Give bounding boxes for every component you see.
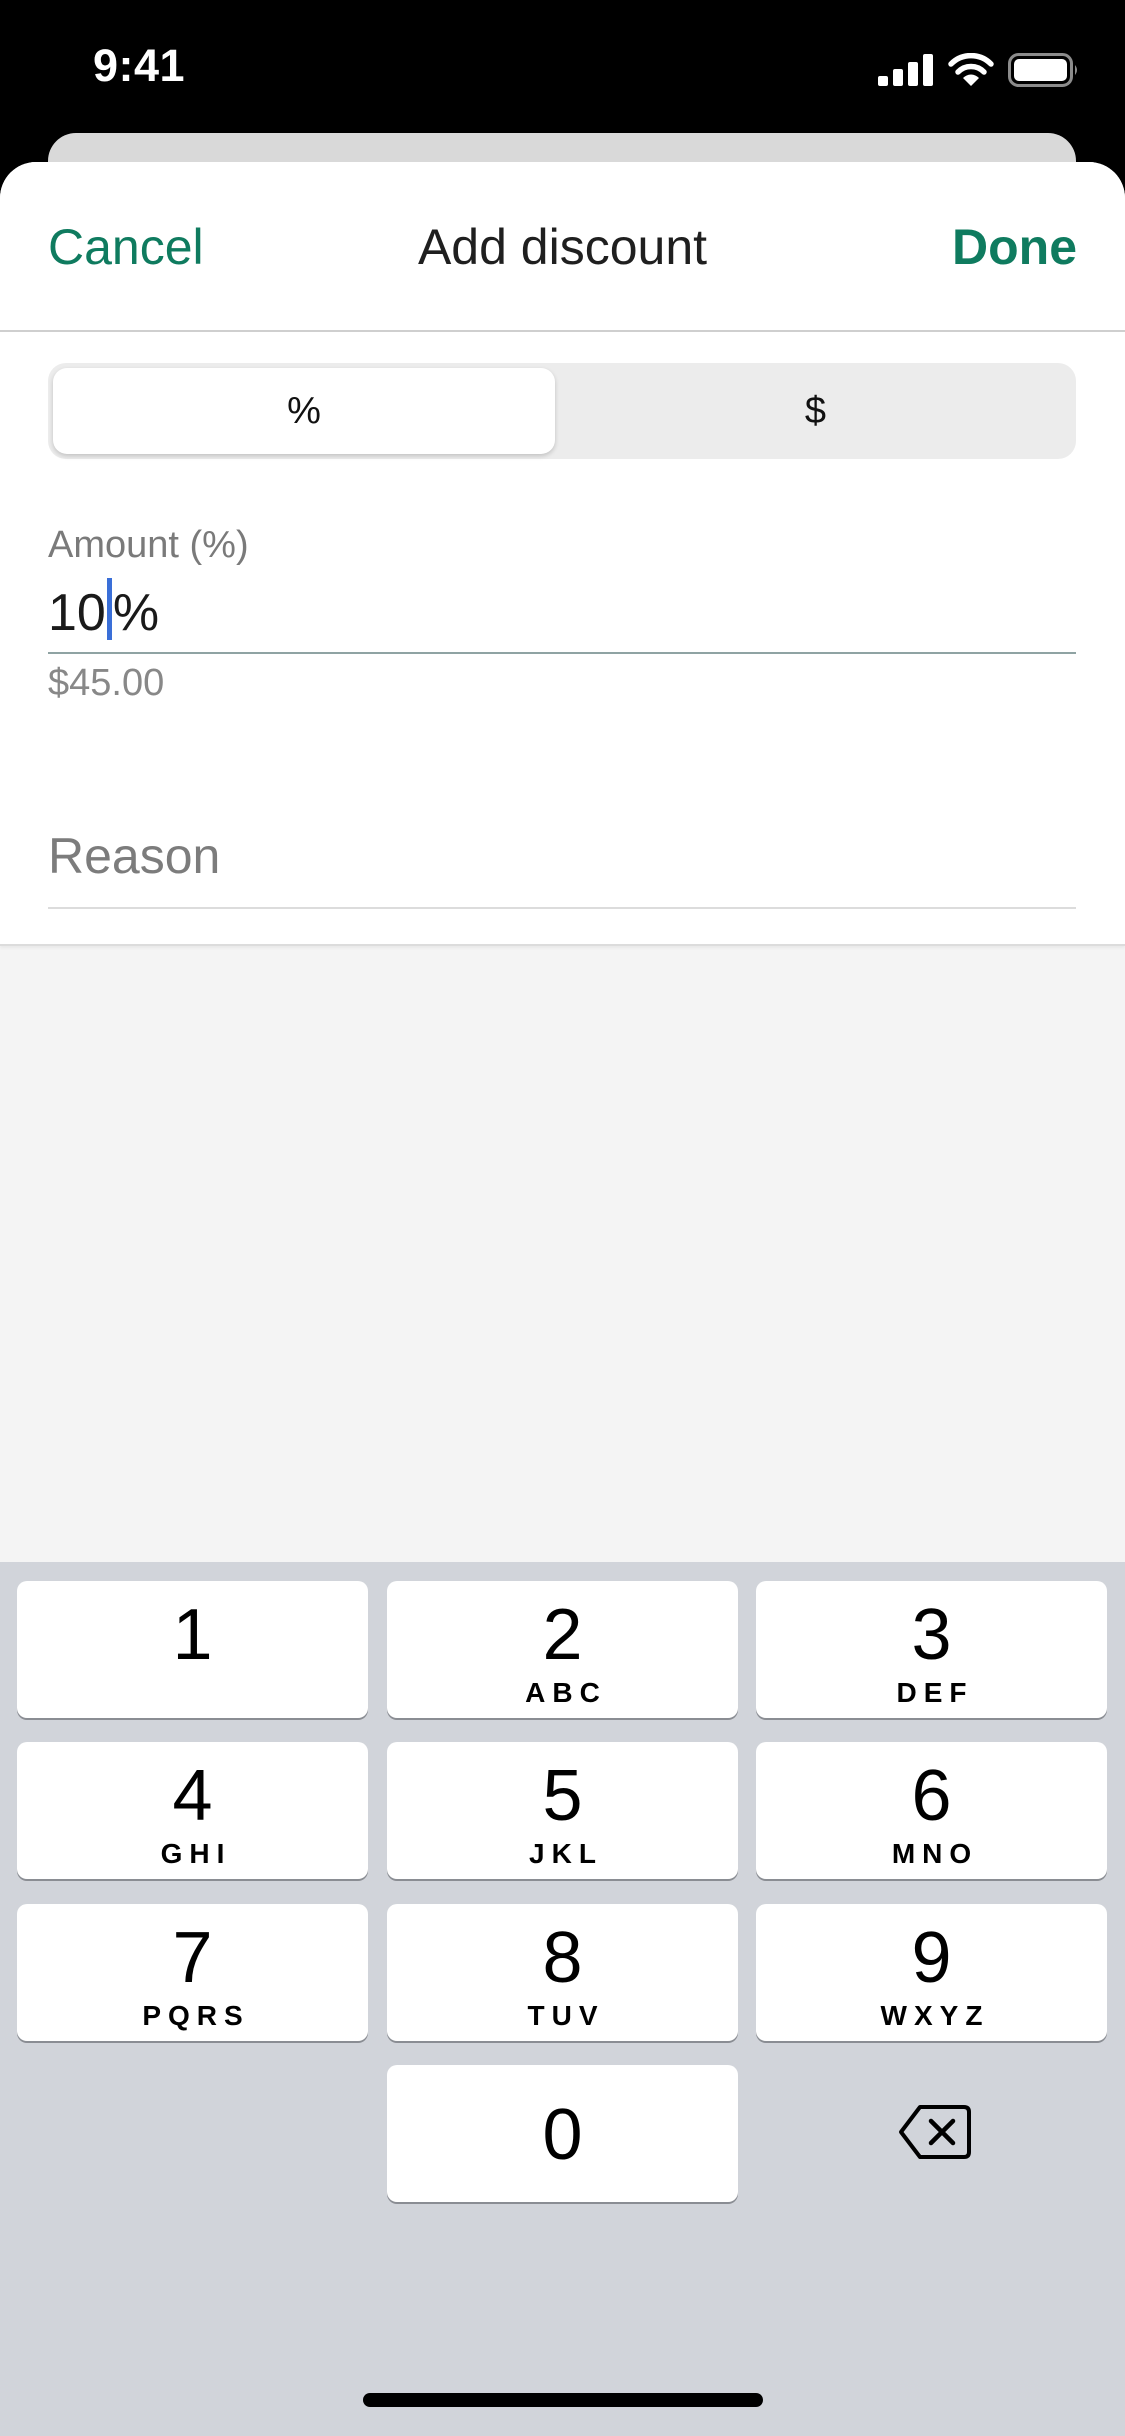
key-4[interactable]: 4 GHI xyxy=(17,1742,368,1879)
key-digit: 2 xyxy=(542,1595,583,1675)
reason-input[interactable]: Reason xyxy=(48,827,1076,909)
key-letters: PQRS xyxy=(142,2000,250,2031)
battery-icon xyxy=(1008,53,1077,87)
key-letters: WXYZ xyxy=(880,2000,990,2031)
key-letters: TUV xyxy=(527,2000,605,2031)
amount-value-digits: 10 xyxy=(48,584,106,642)
key-6[interactable]: 6 MNO xyxy=(756,1742,1107,1879)
status-bar: 9:41 xyxy=(0,0,1125,140)
status-icons xyxy=(878,50,1080,90)
key-digit: 7 xyxy=(172,1918,213,1998)
status-time: 9:41 xyxy=(93,40,186,91)
nav-bar: Cancel Add discount Done xyxy=(0,162,1125,332)
segment-dollar[interactable]: $ xyxy=(560,368,1071,454)
delete-backspace-icon xyxy=(899,2105,971,2159)
amount-value-suffix: % xyxy=(112,584,160,642)
key-digit: 5 xyxy=(542,1756,583,1836)
key-1[interactable]: 1 xyxy=(17,1581,368,1718)
key-letters: DEF xyxy=(896,1677,974,1708)
cancel-button[interactable]: Cancel xyxy=(48,218,204,276)
amount-input[interactable]: 10% xyxy=(48,572,1076,654)
key-5[interactable]: 5 JKL xyxy=(387,1742,738,1879)
wifi-icon xyxy=(948,53,994,86)
amount-label: Amount (%) xyxy=(48,524,249,566)
done-button[interactable]: Done xyxy=(952,218,1077,276)
signal-icon xyxy=(878,54,933,86)
text-cursor xyxy=(106,578,112,640)
key-digit: 8 xyxy=(542,1918,583,1998)
discount-form: Cancel Add discount Done % $ Amount (%) … xyxy=(0,162,1125,946)
home-indicator xyxy=(363,2393,763,2407)
delete-key[interactable] xyxy=(880,2092,990,2172)
key-9[interactable]: 9 WXYZ xyxy=(756,1904,1107,2041)
key-digit: 3 xyxy=(911,1595,952,1675)
key-0[interactable]: 0 xyxy=(387,2065,738,2202)
key-digit: 4 xyxy=(172,1756,213,1836)
discount-type-segmented-control: % $ xyxy=(48,363,1076,459)
key-8[interactable]: 8 TUV xyxy=(387,1904,738,2041)
key-letters: JKL xyxy=(529,1838,603,1869)
key-letters: GHI xyxy=(160,1838,232,1869)
key-digit: 1 xyxy=(172,1595,213,1675)
amount-value: 10% xyxy=(48,578,159,643)
key-digit: 0 xyxy=(542,2095,583,2175)
key-letters: MNO xyxy=(891,1838,979,1869)
segment-percent[interactable]: % xyxy=(53,368,555,454)
key-2[interactable]: 2 ABC xyxy=(387,1581,738,1718)
key-digit: 9 xyxy=(911,1918,952,1998)
key-digit: 6 xyxy=(911,1756,952,1836)
key-7[interactable]: 7 PQRS xyxy=(17,1904,368,2041)
amount-computed-hint: $45.00 xyxy=(48,662,165,704)
reason-placeholder: Reason xyxy=(48,828,221,884)
key-3[interactable]: 3 DEF xyxy=(756,1581,1107,1718)
key-letters: ABC xyxy=(525,1677,607,1708)
